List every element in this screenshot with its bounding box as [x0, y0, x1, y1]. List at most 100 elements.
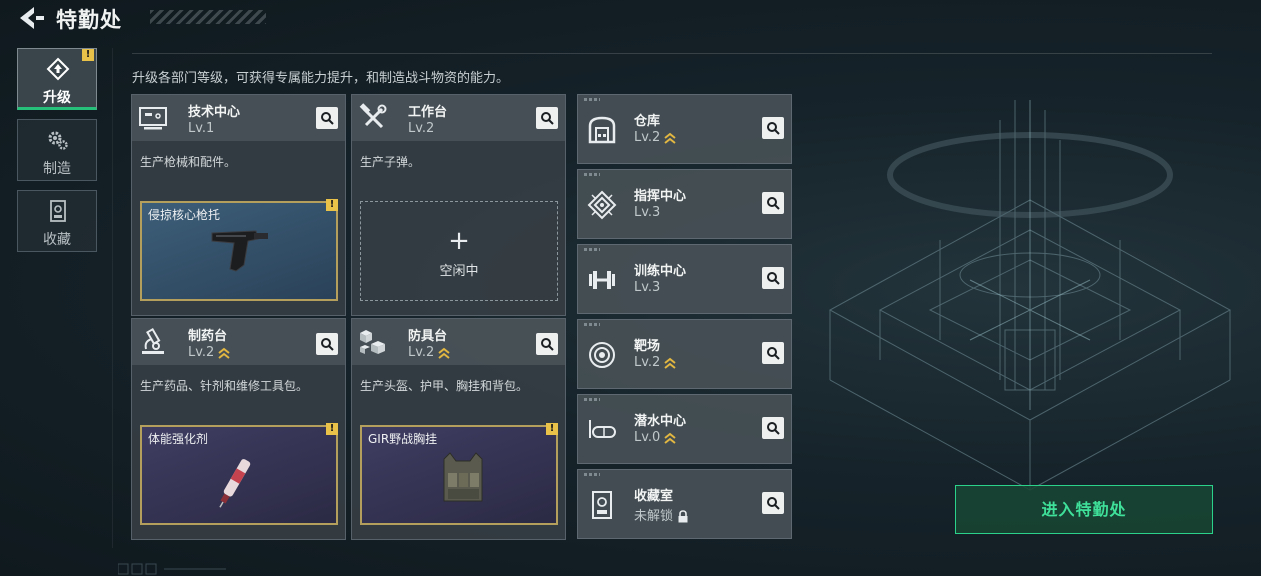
dept-level: Lv.0 — [634, 430, 676, 445]
slot-item-name: 体能强化剂 — [148, 432, 209, 446]
corner-decoration — [118, 563, 226, 575]
alert-badge: ! — [326, 423, 338, 435]
blocks-icon — [358, 327, 388, 357]
dept-warehouse[interactable]: 仓库 Lv.2 — [577, 94, 792, 164]
dept-shooting-range[interactable]: 靶场 Lv.2 — [577, 319, 792, 389]
gears-icon — [46, 128, 70, 152]
production-slot[interactable]: 侵掠核心枪托 ! — [140, 199, 338, 301]
dots-decoration — [584, 323, 600, 326]
alert-badge: ! — [546, 423, 558, 435]
production-slot[interactable]: GIR野战胸挂 ! — [360, 423, 558, 525]
search-icon[interactable] — [762, 342, 784, 364]
empty-production-slot[interactable]: + 空闲中 — [360, 201, 558, 301]
title-stripes — [150, 10, 266, 24]
microscope-icon — [138, 327, 168, 357]
card-tech-center[interactable]: 技术中心 Lv.1 生产枪械和配件。 侵掠核心枪托 ! — [131, 94, 346, 316]
tab-collection-label: 收藏 — [43, 232, 71, 248]
dept-name: 靶场 — [634, 339, 661, 354]
card-description: 生产头盔、护甲、胸挂和背包。 — [360, 379, 529, 393]
upgrade-arrow-icon — [664, 357, 676, 369]
search-icon[interactable] — [762, 417, 784, 439]
card-level: Lv.1 — [188, 121, 215, 136]
rifle-stock-image — [211, 230, 268, 272]
search-icon[interactable] — [762, 492, 784, 514]
production-slot[interactable]: 体能强化剂 ! — [140, 423, 338, 525]
collection-icon — [46, 199, 70, 223]
card-header: 制药台 Lv.2 — [132, 319, 345, 365]
slot-item-name: 侵掠核心枪托 — [148, 208, 221, 222]
tab-craft-label: 制造 — [43, 161, 71, 177]
dots-decoration — [584, 98, 600, 101]
tab-craft[interactable]: 制造 — [17, 119, 97, 181]
search-icon[interactable] — [316, 107, 338, 129]
idle-label: 空闲中 — [439, 264, 479, 279]
display-case-icon — [586, 489, 618, 521]
plus-icon: + — [448, 226, 470, 256]
card-header: 防具台 Lv.2 — [352, 319, 565, 365]
dept-name: 收藏室 — [634, 489, 674, 504]
search-icon[interactable] — [316, 333, 338, 355]
tab-upgrade-label: 升级 — [43, 90, 71, 106]
card-description: 生产枪械和配件。 — [140, 155, 237, 169]
upgrade-arrow-icon — [218, 347, 230, 359]
back-arrow-icon[interactable] — [16, 5, 46, 31]
upgrade-arrow-icon — [664, 432, 676, 444]
enter-button[interactable]: 进入特勤处 — [955, 485, 1213, 534]
card-armor-bench[interactable]: 防具台 Lv.2 生产头盔、护甲、胸挂和背包。 GIR野战胸挂 ! — [351, 318, 566, 540]
card-header: 工作台 Lv.2 — [352, 95, 565, 141]
monitor-icon — [138, 103, 168, 133]
card-level: Lv.2 — [408, 345, 450, 360]
dept-level: Lv.3 — [634, 280, 661, 295]
upgrade-icon — [46, 57, 70, 81]
card-level: Lv.2 — [408, 121, 435, 136]
search-icon[interactable] — [762, 192, 784, 214]
dept-training-center[interactable]: 训练中心 Lv.3 — [577, 244, 792, 314]
dept-level: 未解锁 — [634, 505, 689, 524]
chip-icon — [586, 189, 618, 221]
dept-diving-center[interactable]: 潜水中心 Lv.0 — [577, 394, 792, 464]
lock-icon — [678, 510, 688, 523]
card-level: Lv.2 — [188, 345, 230, 360]
dots-decoration — [584, 473, 600, 476]
dept-name: 仓库 — [634, 114, 661, 129]
dept-collection-room[interactable]: 收藏室 未解锁 — [577, 469, 792, 539]
warehouse-icon — [586, 114, 618, 146]
card-level-value: Lv.2 — [188, 345, 215, 360]
dept-level: Lv.2 — [634, 355, 676, 370]
dept-command-center[interactable]: 指挥中心 Lv.3 — [577, 169, 792, 239]
card-title: 防具台 — [408, 329, 448, 344]
dots-decoration — [584, 248, 600, 251]
card-pharmacy[interactable]: 制药台 Lv.2 生产药品、针剂和维修工具包。 体能强化剂 ! — [131, 318, 346, 540]
search-icon[interactable] — [762, 267, 784, 289]
target-icon — [586, 339, 618, 371]
tab-collection[interactable]: 收藏 — [17, 190, 97, 252]
syringe-image — [219, 459, 251, 508]
search-icon[interactable] — [536, 333, 558, 355]
page-description: 升级各部门等级，可获得专属能力提升，和制造战斗物资的能力。 — [132, 71, 510, 86]
search-icon[interactable] — [762, 117, 784, 139]
tab-upgrade[interactable]: 升级 ! — [17, 48, 97, 110]
upgrade-arrow-icon — [664, 132, 676, 144]
slot-item-name: GIR野战胸挂 — [368, 432, 438, 446]
dept-name: 潜水中心 — [634, 414, 687, 429]
dumbbell-icon — [586, 264, 618, 296]
dept-level: Lv.3 — [634, 205, 661, 220]
dept-level-value: Lv.2 — [634, 355, 661, 370]
dots-decoration — [584, 398, 600, 401]
card-description: 生产药品、针剂和维修工具包。 — [140, 379, 309, 393]
page-title: 特勤处 — [56, 8, 122, 32]
dept-name: 训练中心 — [634, 264, 687, 279]
card-level-value: Lv.2 — [408, 345, 435, 360]
card-header: 技术中心 Lv.1 — [132, 95, 345, 141]
card-title: 工作台 — [408, 105, 448, 120]
card-title: 技术中心 — [188, 105, 241, 120]
card-workbench[interactable]: 工作台 Lv.2 生产子弹。 + 空闲中 — [351, 94, 566, 316]
alert-badge: ! — [82, 49, 94, 61]
hammer-wrench-icon — [358, 103, 388, 133]
card-title: 制药台 — [188, 329, 228, 344]
dept-level-value: Lv.0 — [634, 430, 661, 445]
diving-mask-icon — [586, 414, 618, 446]
search-icon[interactable] — [536, 107, 558, 129]
alert-badge: ! — [326, 199, 338, 211]
card-description: 生产子弹。 — [360, 155, 421, 169]
